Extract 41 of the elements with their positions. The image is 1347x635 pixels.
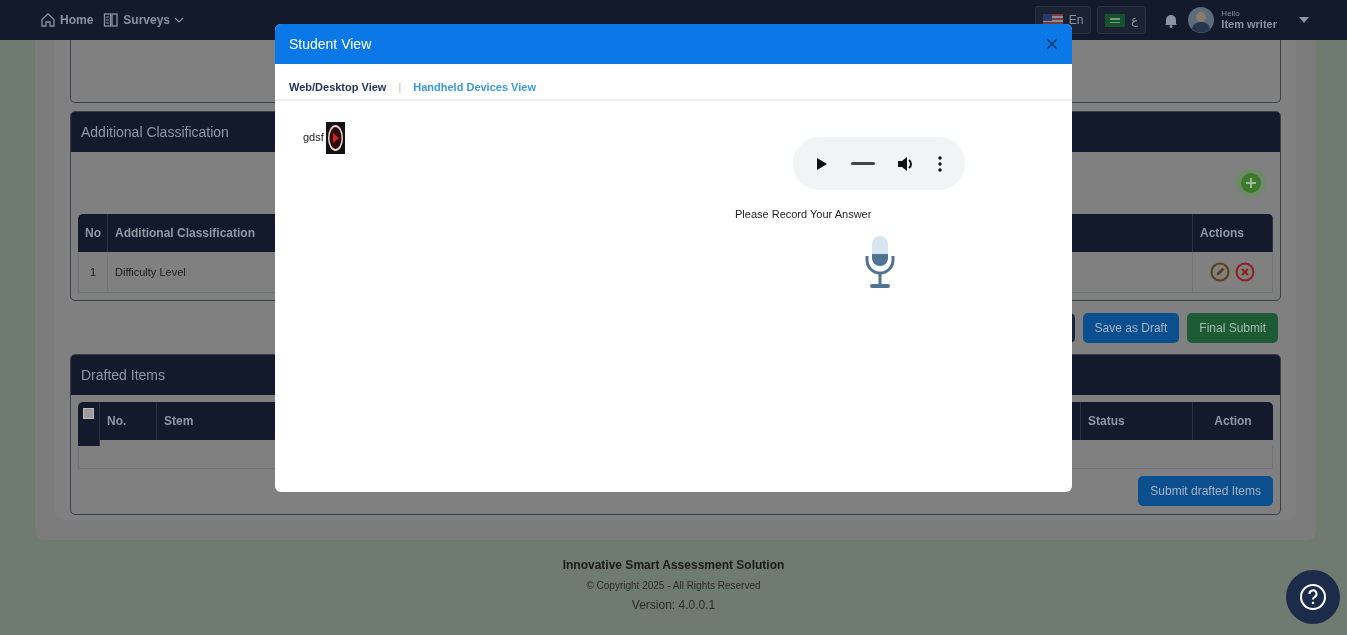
help-button[interactable] bbox=[1286, 570, 1340, 624]
book-icon bbox=[103, 12, 120, 28]
greeting-text: Hello bbox=[1221, 9, 1241, 19]
close-button[interactable] bbox=[1046, 38, 1058, 50]
video-icon[interactable] bbox=[325, 122, 345, 154]
flag-icon bbox=[1105, 13, 1126, 27]
separator: | bbox=[398, 81, 402, 93]
view-tab[interactable]: Web/Desktop View bbox=[289, 81, 387, 93]
version-text: Version: 4.0.0.1 bbox=[631, 598, 716, 612]
card-title: Additional Classification bbox=[81, 124, 229, 140]
table-cell: 1 bbox=[78, 252, 108, 293]
question-text: gdsf bbox=[303, 131, 324, 143]
home-icon bbox=[40, 12, 56, 28]
chevron-down-icon bbox=[174, 17, 185, 23]
play-button[interactable] bbox=[816, 156, 829, 171]
column-header: Action bbox=[1193, 402, 1273, 440]
column-header: No. bbox=[100, 402, 157, 440]
view-tab[interactable]: Handheld Devices View bbox=[413, 81, 536, 93]
column-header: Status bbox=[1081, 402, 1193, 440]
submit-drafted-button[interactable]: Submit drafted Items bbox=[1138, 476, 1273, 506]
microphone-icon[interactable] bbox=[863, 234, 897, 290]
help-icon[interactable] bbox=[1299, 583, 1327, 611]
nav-link[interactable]: Home bbox=[40, 12, 94, 28]
avatar-icon[interactable] bbox=[1188, 7, 1215, 33]
more-button[interactable] bbox=[937, 155, 942, 172]
footer-title: Innovative Smart Assessment Solution bbox=[562, 558, 785, 572]
dialog-title: Student View bbox=[289, 36, 372, 52]
nav-link[interactable]: Surveys bbox=[103, 12, 185, 28]
user-name: Item writer bbox=[1221, 18, 1277, 31]
edit-icon[interactable] bbox=[1210, 262, 1230, 282]
save-button[interactable]: Save as Draft bbox=[1082, 313, 1180, 343]
select-all-checkbox[interactable] bbox=[83, 408, 94, 419]
copyright-text: © Copyright 2025 - All Rights Reserved bbox=[586, 580, 761, 591]
progress-track[interactable] bbox=[850, 162, 875, 165]
submit-button[interactable]: Final Submit bbox=[1187, 313, 1278, 343]
column-header: Actions bbox=[1193, 214, 1273, 252]
column-header: No bbox=[78, 214, 108, 252]
language-button[interactable]: ع bbox=[1097, 6, 1147, 34]
bell-icon[interactable] bbox=[1164, 12, 1179, 28]
card-title: Drafted Items bbox=[81, 367, 166, 383]
caret-icon[interactable] bbox=[1299, 17, 1309, 23]
